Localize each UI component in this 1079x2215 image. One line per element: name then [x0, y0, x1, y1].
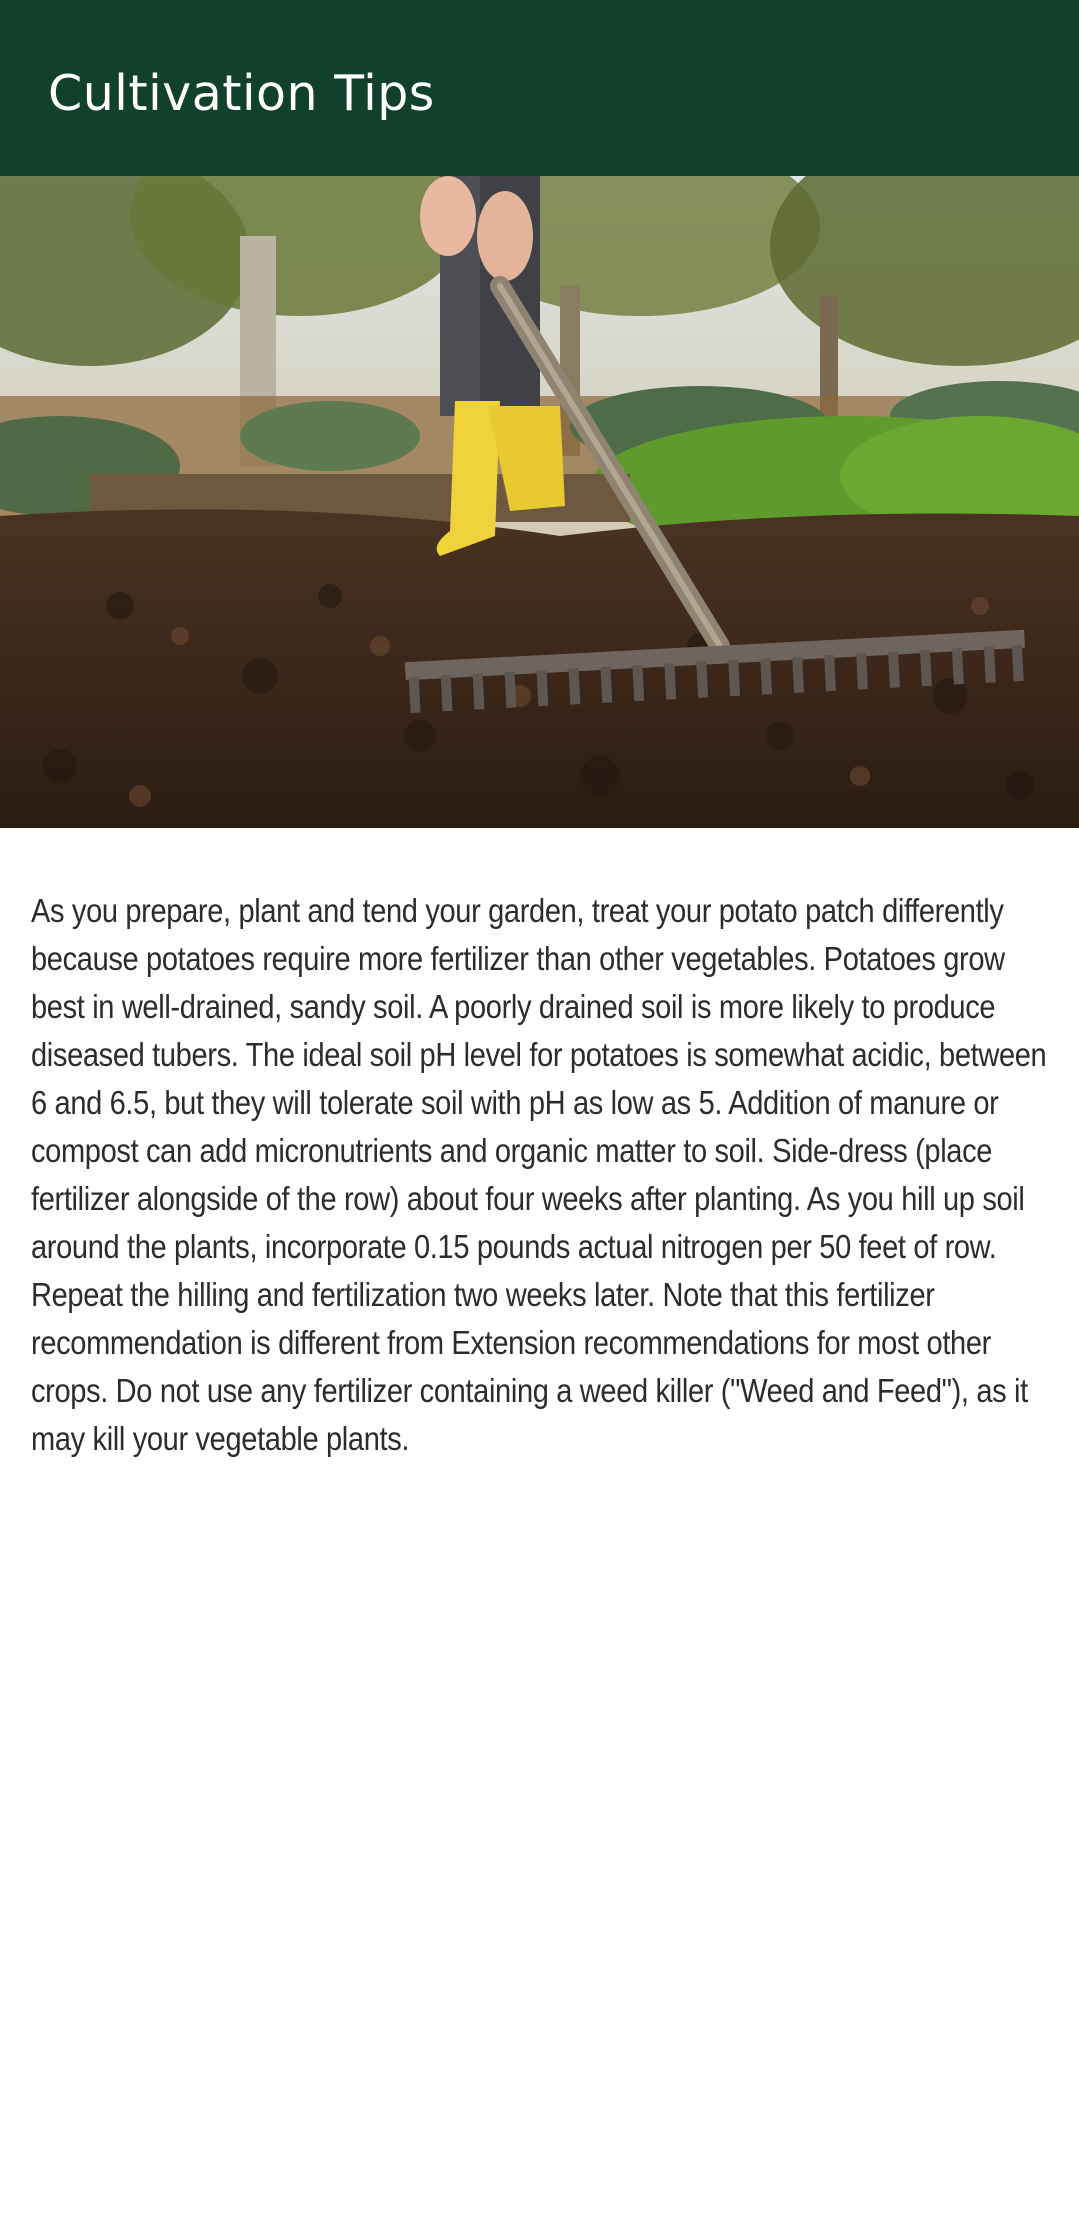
cultivation-paragraph: As you prepare, plant and tend your gard… — [31, 892, 1047, 1457]
page-title: Cultivation Tips — [48, 65, 435, 122]
hero-image — [0, 176, 1079, 828]
app-bar: Cultivation Tips — [0, 0, 1079, 176]
garden-raking-photo — [0, 176, 1079, 828]
